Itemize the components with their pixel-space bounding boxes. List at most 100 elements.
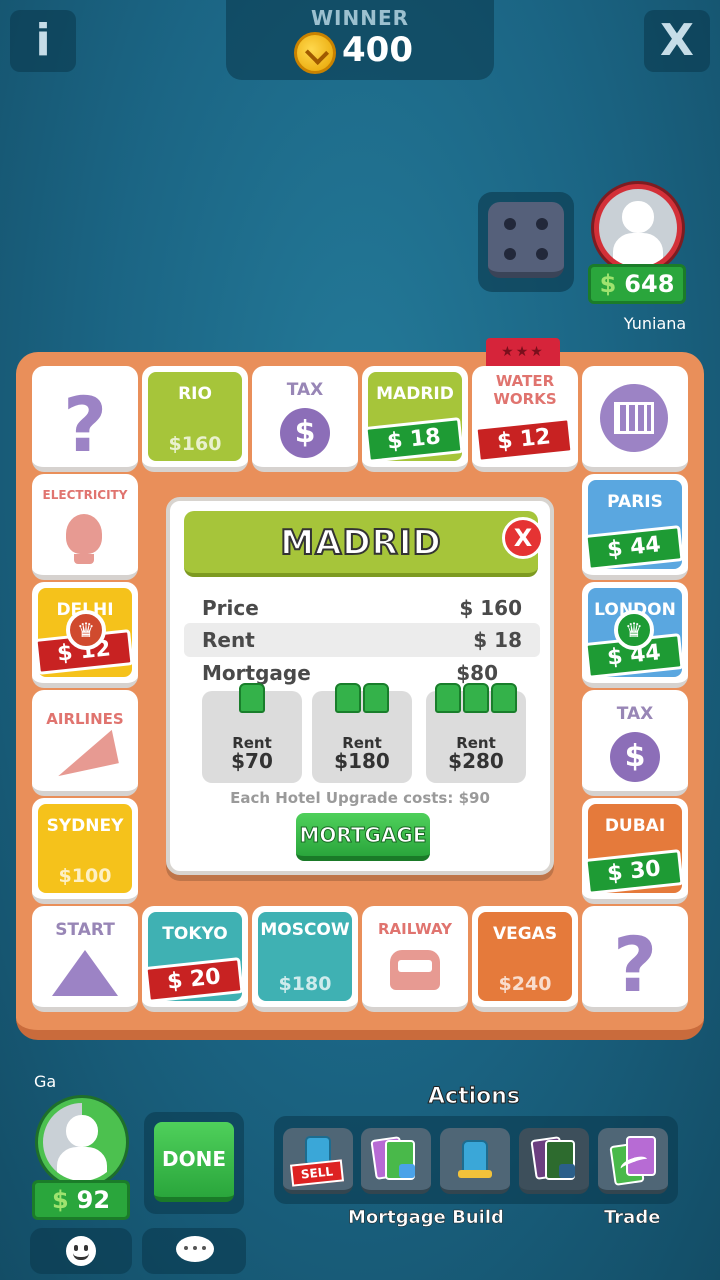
dollar-coin-icon: $: [610, 732, 660, 782]
dollar-coin-icon: $: [280, 408, 330, 458]
train-icon: [390, 950, 440, 990]
trade-caption: Trade: [604, 1207, 661, 1229]
question-icon: ?: [62, 380, 108, 469]
opponent-cash-value: 648: [624, 270, 675, 298]
upgrade-cost-text: Each Hotel Upgrade costs: $90: [230, 789, 490, 807]
cell-sydney[interactable]: SYDNEY $100: [32, 798, 138, 904]
lock-icon: [399, 1164, 415, 1178]
mortgage-button[interactable]: MORTGAGE: [296, 813, 430, 861]
cell-paris[interactable]: PARIS $ 44: [582, 474, 688, 580]
info-button[interactable]: i: [10, 10, 76, 72]
build-action-button[interactable]: [440, 1128, 510, 1194]
winner-amount: 400: [342, 30, 413, 70]
done-button[interactable]: DONE: [154, 1122, 234, 1202]
chance-cell-bottom-right[interactable]: ?: [582, 906, 688, 1012]
cell-name: VEGAS: [492, 924, 558, 944]
cell-name: SYDNEY: [46, 816, 124, 836]
cell-dubai[interactable]: DUBAI $ 30: [582, 798, 688, 904]
chat-bubble-icon: [176, 1236, 214, 1262]
close-icon: X: [660, 15, 694, 66]
rent-row: Rent $ 18: [184, 623, 540, 657]
cell-tax-right[interactable]: TAX $: [582, 690, 688, 796]
mortgage-action-button[interactable]: [361, 1128, 431, 1194]
popup-close-button[interactable]: X: [502, 517, 544, 559]
chance-cell-top-left[interactable]: ?: [32, 366, 138, 472]
house-level-1: Rent $70: [202, 683, 302, 783]
winner-panel: WINNER 400: [226, 0, 494, 80]
cell-rio[interactable]: RIO $160: [142, 366, 248, 472]
player-pawn-icon: ♛: [66, 610, 106, 650]
player-cash: $92: [32, 1180, 130, 1220]
unmortgage-action-button[interactable]: [519, 1128, 589, 1194]
mortgage-build-caption: Mortgage Build: [348, 1207, 504, 1229]
popup-title: MADRID: [184, 511, 538, 577]
cell-name: START: [55, 920, 115, 940]
emoji-button[interactable]: [30, 1228, 132, 1274]
trade-action-button[interactable]: [598, 1128, 668, 1194]
hotel-stars-icon: ★★★: [486, 338, 560, 366]
hotel-icon: [435, 683, 517, 717]
cell-name: AIRLINES: [46, 710, 124, 728]
cell-start[interactable]: START: [32, 906, 138, 1012]
dollar-icon: $: [599, 270, 617, 298]
cell-airlines[interactable]: AIRLINES: [32, 690, 138, 796]
cell-electricity[interactable]: ELECTRICITY: [32, 474, 138, 580]
cell-name: RIO: [178, 384, 212, 404]
actions-title: Actions: [428, 1084, 521, 1110]
cell-name: MADRID: [376, 384, 454, 404]
cell-vegas[interactable]: VEGAS $240: [472, 906, 578, 1012]
cell-tax-top[interactable]: TAX $: [252, 366, 358, 472]
cell-name: TOKYO: [162, 924, 228, 944]
start-arrow-icon: [52, 950, 118, 996]
house-level-3: Rent $280: [426, 683, 526, 783]
question-icon: ?: [612, 920, 658, 1009]
player-cash-value: 92: [76, 1186, 111, 1214]
property-popup: MADRID X Price $ 160 Rent $ 18 Mortgage $80…: [166, 497, 554, 875]
opponent-cash: $648: [588, 264, 686, 304]
opponent-pawn-icon: ♛: [614, 610, 654, 650]
cell-name: PARIS: [607, 492, 663, 512]
cell-water-works[interactable]: WATER WORKS $ 12: [472, 366, 578, 472]
cell-madrid[interactable]: MADRID $ 18: [362, 366, 468, 472]
lock-icon: [559, 1164, 575, 1178]
house-level-2: Rent $180: [312, 683, 412, 783]
winner-label: WINNER: [310, 6, 410, 30]
houses-icon: [335, 683, 389, 717]
close-button[interactable]: X: [644, 10, 710, 72]
player-name: Ga: [34, 1072, 57, 1091]
airplane-icon: [51, 729, 119, 777]
dice-button[interactable]: [478, 192, 574, 292]
rent-tag: $ 12: [474, 417, 574, 463]
house-icon: [239, 683, 265, 717]
cell-price: $160: [168, 433, 222, 455]
cell-tokyo[interactable]: TOKYO $ 20: [142, 906, 248, 1012]
opponent-name: Yuniana: [623, 314, 687, 333]
cell-price: $100: [58, 865, 112, 887]
player-avatar[interactable]: [38, 1098, 126, 1186]
opponent-avatar[interactable]: [594, 184, 682, 272]
die-icon: [488, 202, 564, 278]
cell-name: RAILWAY: [377, 920, 453, 938]
jail-icon: [600, 384, 668, 452]
sell-action-button[interactable]: SELL: [283, 1128, 353, 1194]
done-panel: DONE: [144, 1112, 244, 1214]
dollar-icon: $: [51, 1186, 69, 1214]
price-row: Price $ 160: [202, 596, 522, 620]
cell-railway[interactable]: RAILWAY: [362, 906, 468, 1012]
lightbulb-icon: [66, 514, 102, 554]
cell-price: $180: [278, 973, 332, 995]
cell-name: MOSCOW: [260, 920, 350, 940]
cell-name: WATER WORKS: [493, 372, 557, 408]
cell-name: DUBAI: [604, 816, 666, 836]
sell-label: SELL: [289, 1159, 345, 1187]
chat-button[interactable]: [142, 1228, 246, 1274]
info-icon: i: [35, 15, 51, 66]
cell-moscow[interactable]: MOSCOW $180: [252, 906, 358, 1012]
smiley-icon: [66, 1236, 96, 1266]
cell-name: ELECTRICITY: [42, 488, 128, 502]
coin-icon: [294, 32, 336, 74]
cell-price: $240: [498, 973, 552, 995]
cell-name: TAX: [286, 380, 324, 400]
jail-cell[interactable]: [582, 366, 688, 472]
cell-name: TAX: [616, 704, 654, 724]
